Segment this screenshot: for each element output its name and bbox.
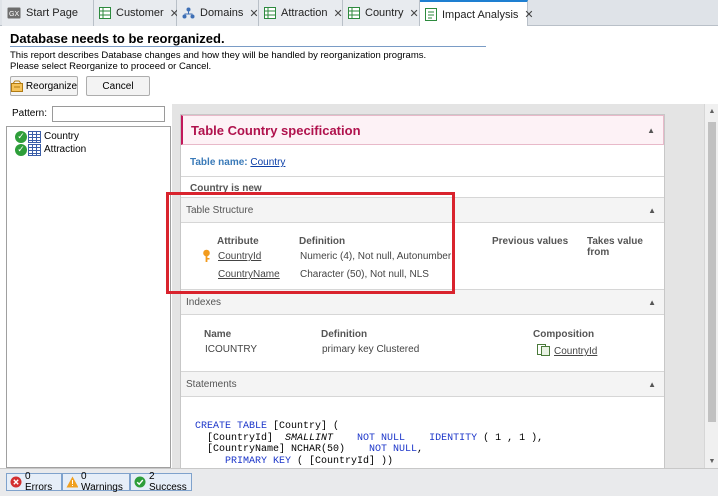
close-icon[interactable]: ✕	[333, 7, 342, 20]
error-icon	[10, 476, 22, 488]
highlight-box	[166, 192, 455, 294]
sql-line: CREATE TABLE [Country] (	[195, 421, 340, 432]
close-icon[interactable]: ✕	[410, 7, 419, 20]
page-title: Database needs to be reorganized.	[10, 31, 225, 46]
tree-item-attraction[interactable]: ✓ Attraction	[15, 143, 86, 156]
pattern-input[interactable]	[52, 106, 165, 122]
success-filter-button[interactable]: 2 Success	[130, 471, 192, 493]
index-definition: primary key Clustered	[322, 344, 420, 355]
sql-line: [CountryId] SMALLINT NOT NULL IDENTITY (…	[195, 432, 544, 444]
collapse-icon[interactable]: ▲	[647, 126, 655, 135]
column-header-takes-value-from: Takes value from	[587, 236, 643, 258]
scroll-down-icon[interactable]: ▼	[705, 454, 718, 468]
pattern-label: Pattern:	[12, 108, 48, 119]
tab-attraction[interactable]: Attraction ✕	[259, 0, 343, 26]
errors-filter-button[interactable]: 0 Errors	[6, 471, 62, 493]
tab-label: Customer	[116, 7, 164, 19]
cancel-label: Cancel	[102, 80, 134, 92]
tab-label: Start Page	[26, 7, 78, 19]
tab-label: Impact Analysis	[442, 8, 519, 21]
column-header-name: Name	[204, 329, 232, 340]
tree-item-label: Attraction	[44, 144, 87, 155]
reorganize-icon	[10, 80, 23, 92]
close-icon[interactable]: ✕	[249, 7, 258, 20]
index-composition-link[interactable]: CountryId	[554, 346, 597, 357]
reorganize-button[interactable]: Reorganize	[10, 76, 78, 96]
section-title: Statements	[186, 379, 237, 390]
description-line: This report describes Database changes a…	[10, 50, 427, 61]
transaction-icon	[264, 6, 276, 20]
tab-impact-analysis[interactable]: Impact Analysis ✕	[420, 0, 534, 27]
divider	[181, 176, 664, 177]
svg-text:GX: GX	[9, 11, 19, 18]
domains-icon	[182, 6, 195, 20]
tree-item-country[interactable]: ✓ Country	[15, 130, 79, 143]
errors-count: 0 Errors	[25, 471, 53, 493]
sql-line: PRIMARY KEY ( [CountryId] ))	[225, 455, 394, 467]
start-page-icon: GX	[7, 6, 21, 20]
table-name-label: Table name:	[190, 157, 248, 168]
sql-line: [CountryName] NCHAR(50) NOT NULL,	[195, 444, 424, 455]
collapse-icon[interactable]: ▲	[648, 298, 656, 307]
report-description: This report describes Database changes a…	[10, 50, 426, 72]
attribute-composition-icon	[537, 344, 550, 359]
statements-section-header[interactable]: Statements ▲	[181, 371, 664, 397]
tree-item-label: Country	[44, 131, 80, 142]
success-icon	[134, 476, 146, 488]
header-divider	[10, 46, 486, 47]
reorganize-label: Reorganize	[25, 80, 78, 92]
sql-statements: CREATE TABLE [Country] ( [CountryId] SMA…	[195, 421, 543, 467]
table-name-link[interactable]: Country	[250, 157, 285, 168]
section-title: Indexes	[186, 297, 222, 308]
tab-customer[interactable]: Customer ✕	[94, 0, 179, 26]
cancel-button[interactable]: Cancel	[86, 76, 150, 96]
tab-label: Attraction	[281, 7, 328, 19]
scrollbar-thumb[interactable]	[708, 122, 716, 422]
objects-tree: ✓ Country ✓ Attraction	[6, 126, 171, 468]
column-header-previous-values: Previous values	[492, 236, 569, 247]
success-check-icon: ✓	[15, 130, 27, 143]
warning-icon	[66, 476, 78, 488]
warnings-filter-button[interactable]: 0 Warnings	[62, 471, 130, 493]
status-bar: 0 Errors 0 Warnings 2 Success	[0, 468, 718, 496]
table-icon	[28, 143, 41, 156]
index-name: ICOUNTRY	[205, 344, 258, 355]
column-header-definition: Definition	[321, 329, 368, 340]
close-icon[interactable]: ✕	[524, 8, 533, 21]
tab-country[interactable]: Country ✕	[343, 0, 420, 26]
document-tab-bar: GX Start Page Customer ✕ Domains ✕ Attra…	[0, 0, 718, 27]
objects-pane: Pattern: ✓ Country ✓ Attraction	[3, 104, 171, 468]
tab-label: Country	[365, 7, 404, 19]
description-line: Please select Reorganize to proceed or C…	[10, 61, 212, 72]
specification-header: Table Country specification ▲	[181, 115, 664, 145]
collapse-icon[interactable]: ▲	[648, 380, 656, 389]
table-name-row: Table name: Country	[190, 157, 285, 168]
report-header: Database needs to be reorganized. This r…	[0, 26, 718, 100]
tab-start-page[interactable]: GX Start Page	[2, 0, 94, 26]
success-count: 2 Success	[149, 471, 187, 493]
tab-label: Domains	[200, 7, 244, 19]
scroll-up-icon[interactable]: ▲	[705, 104, 718, 118]
specification-title: Table Country specification	[191, 123, 361, 138]
vertical-scrollbar[interactable]: ▲ ▼	[704, 104, 718, 468]
collapse-icon[interactable]: ▲	[648, 206, 656, 215]
tab-domains[interactable]: Domains ✕	[177, 0, 259, 26]
table-icon	[28, 130, 41, 143]
transaction-icon	[348, 6, 360, 20]
impact-analysis-icon	[425, 8, 437, 22]
transaction-icon	[99, 6, 111, 20]
warnings-count: 0 Warnings	[81, 471, 123, 493]
success-check-icon: ✓	[15, 143, 27, 156]
column-header-composition: Composition	[533, 329, 595, 340]
